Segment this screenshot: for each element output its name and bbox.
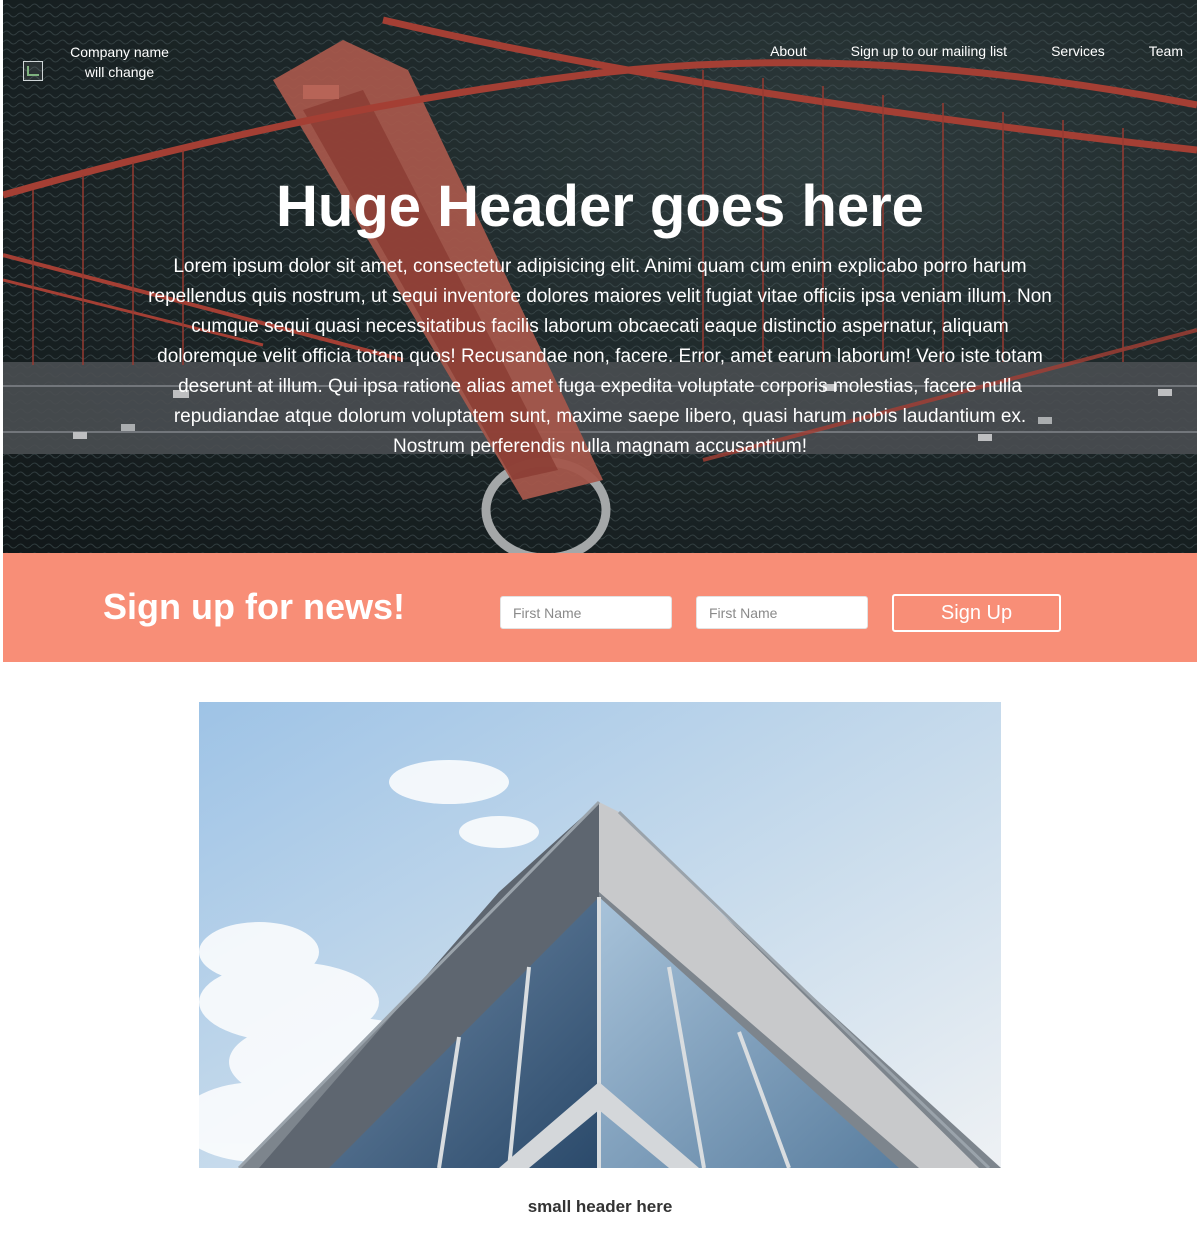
- sign-up-button[interactable]: Sign Up: [892, 594, 1061, 632]
- nav-link-about[interactable]: About: [770, 42, 807, 60]
- nav-links: About Sign up to our mailing list Servic…: [726, 42, 1197, 60]
- first-name-input-2[interactable]: [696, 596, 868, 629]
- hero-body-text: Lorem ipsum dolor sit amet, consectetur …: [148, 256, 1052, 457]
- nav-link-services[interactable]: Services: [1051, 42, 1105, 60]
- hero-section: Company name will change About Sign up t…: [3, 0, 1197, 553]
- hero-title: Huge Header goes here: [276, 174, 924, 239]
- signup-bar: Sign up for news! Sign Up: [3, 553, 1197, 662]
- signup-title: Sign up for news!: [103, 586, 405, 627]
- building-image: [199, 702, 1001, 1168]
- top-navigation: Company name will change About Sign up t…: [3, 0, 1197, 100]
- small-header: small header here: [527, 1197, 673, 1216]
- first-name-input[interactable]: [500, 596, 672, 629]
- building-photo: [199, 702, 1001, 1168]
- nav-link-team[interactable]: Team: [1149, 42, 1183, 60]
- logo-image-icon[interactable]: [23, 61, 43, 81]
- nav-link-mailing-list[interactable]: Sign up to our mailing list: [851, 42, 1007, 60]
- company-name[interactable]: Company name will change: [63, 42, 176, 82]
